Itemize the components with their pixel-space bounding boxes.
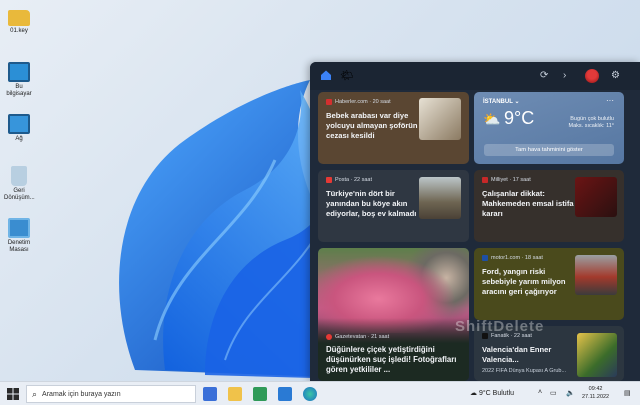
task-view-icon[interactable] [203, 387, 217, 401]
news-title: Çalışanlar dikkat: Mahkemeden emsal isti… [482, 189, 574, 218]
desktop-icon-folder[interactable]: 01.key [4, 10, 34, 35]
source-favicon-icon [326, 177, 332, 183]
taskbar-search-box[interactable]: ⌕ Aramak için buraya yazın [26, 385, 196, 403]
news-title: Bebek arabası var diye yolcuyu almayan ş… [326, 111, 418, 140]
news-subtitle: 2022 FIFA Dünya Kupası A Grub... [482, 368, 567, 374]
news-source: Haberler.com · 20 saat [335, 99, 391, 105]
windows-start-icon[interactable] [7, 388, 19, 400]
desktop-icon-this-pc[interactable]: Bu bilgisayar [4, 62, 34, 98]
news-title: Valencia'dan Enner Valencia... [482, 345, 552, 364]
folder-icon [8, 10, 30, 26]
cloud-icon: ☁ [470, 390, 477, 397]
news-source: Gazetevatan · 21 saat [335, 334, 390, 340]
news-source: Posta · 22 saat [335, 177, 372, 183]
mail-icon[interactable] [278, 387, 292, 401]
source-favicon-icon [326, 334, 332, 340]
taskbar-weather-widget[interactable]: ☁ 9°C Bulutlu [470, 389, 514, 397]
news-title: Düğünlere çiçek yetiştirdiğini düşünürke… [326, 345, 457, 374]
news-thumbnail [419, 177, 461, 219]
news-thumbnail [577, 333, 617, 377]
news-title: Türkiye'nin dört bir yanından bu köye ak… [326, 189, 417, 218]
search-icon: ⌕ [32, 388, 38, 399]
news-source: motor1.com · 18 saat [491, 255, 543, 261]
more-icon[interactable]: ··· [606, 96, 614, 105]
network-tray-icon[interactable]: ▭ [550, 389, 557, 397]
recycle-bin-icon [11, 166, 27, 186]
weather-icon[interactable]: 🌤 [340, 69, 354, 82]
widgets-top-bar: 🌤 ⟳ › ⚙ [310, 62, 640, 90]
news-source: Milliyet · 17 saat [491, 177, 531, 183]
news-thumbnail [575, 255, 617, 295]
weather-condition: Bugün çok bulutlu [570, 116, 614, 122]
network-icon [8, 114, 30, 134]
news-card[interactable]: Haberler.com · 20 saat Bebek arabası var… [318, 92, 469, 164]
desktop-icon-recycle-bin[interactable]: Geri Dönüşüm... [4, 166, 35, 202]
news-thumbnail [575, 177, 617, 217]
avatar[interactable] [585, 69, 599, 83]
source-favicon-icon [326, 99, 332, 105]
control-panel-icon [8, 218, 30, 238]
news-card-featured[interactable]: Gazetevatan · 21 saat Düğünlere çiçek ye… [318, 248, 469, 381]
volume-icon[interactable]: 🔈 [566, 389, 575, 397]
refresh-icon[interactable]: ⟳ [540, 70, 548, 81]
full-forecast-button[interactable]: Tam hava tahminini göster [484, 144, 614, 156]
news-card[interactable]: Milliyet · 17 saat Çalışanlar dikkat: Ma… [474, 170, 624, 242]
news-title: Ford, yangın riski sebebiyle yarım milyo… [482, 267, 566, 296]
desktop-icon-control-panel[interactable]: Denetim Masası [4, 218, 34, 254]
news-thumbnail [419, 98, 461, 140]
desktop-icon-network[interactable]: Ağ [4, 114, 34, 143]
taskbar-clock[interactable]: 09:42 27.11.2022 [582, 385, 609, 401]
news-card[interactable]: Posta · 22 saat Türkiye'nin dört bir yan… [318, 170, 469, 242]
edge-browser-icon[interactable] [303, 387, 317, 401]
home-icon[interactable] [320, 69, 332, 81]
chevron-up-icon[interactable]: ˄ [538, 389, 542, 396]
weather-city-selector[interactable]: İSTANBUL ⌄ [483, 98, 519, 105]
weather-temperature: 9°C [504, 108, 535, 128]
watermark-logo: ShiftDelete [455, 318, 545, 335]
source-favicon-icon [482, 177, 488, 183]
source-favicon-icon [482, 255, 488, 261]
taskbar: ⌕ Aramak için buraya yazın ☁ 9°C Bulutlu… [0, 381, 640, 405]
search-placeholder: Aramak için buraya yazın [42, 390, 121, 398]
news-card[interactable]: motor1.com · 18 saat Ford, yangın riski … [474, 248, 624, 320]
weather-max-temp: Maks. sıcaklık: 11° [568, 123, 615, 129]
store-icon[interactable] [253, 387, 267, 401]
notification-icon[interactable]: ▤ [624, 389, 631, 397]
file-explorer-icon[interactable] [228, 387, 242, 401]
computer-icon [8, 62, 30, 82]
gear-icon[interactable]: ⚙ [611, 70, 620, 81]
cloud-icon: ⛅ [483, 111, 501, 127]
chevron-right-icon[interactable]: › [563, 70, 566, 81]
weather-card[interactable]: İSTANBUL ⌄ ··· ⛅ 9°C Bugün çok bulutlu M… [474, 92, 624, 164]
